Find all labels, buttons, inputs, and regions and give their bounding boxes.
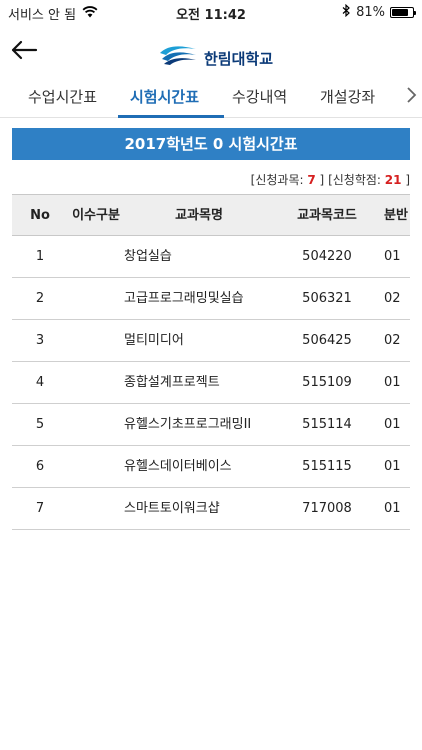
row-no: 6: [35, 459, 45, 474]
credits-label: [신청학점:: [328, 173, 381, 187]
row-type: [68, 488, 124, 530]
header-no: No: [30, 208, 50, 223]
table-row: 7 스마트토이워크샵 717008 01: [12, 488, 410, 530]
status-right: 81%: [342, 3, 416, 21]
table-row: 3 멀티미디어 506425 02: [12, 320, 410, 362]
enrollment-summary: [신청과목: 7 ] [신청학점: 21 ]: [251, 171, 410, 188]
row-course-code: 506425: [302, 333, 352, 348]
arrow-left-icon: [11, 40, 38, 60]
row-no: 2: [35, 291, 45, 306]
row-no: 1: [35, 249, 45, 264]
tab-bar: 수업시간표 시험시간표 수강내역 개설강좌: [0, 78, 422, 118]
chevron-right-icon: [407, 87, 417, 103]
tab-open-courses[interactable]: 개설강좌: [320, 86, 375, 107]
table-row: 5 유헬스기초프로그래밍II 515114 01: [12, 404, 410, 446]
status-bar: 서비스 안 됨 오전 11:42 81%: [0, 0, 422, 24]
table-row: 2 고급프로그래밍및실습 506321 02: [12, 278, 410, 320]
row-section: 01: [384, 417, 401, 432]
row-course-name: 종합설계프로젝트: [124, 375, 220, 390]
tab-class-schedule[interactable]: 수업시간표: [28, 86, 97, 107]
row-section: 02: [384, 333, 401, 348]
row-type: [68, 320, 124, 362]
table-row: 1 창업실습 504220 01: [12, 236, 410, 278]
back-button[interactable]: [10, 38, 40, 64]
row-type: [68, 236, 124, 278]
row-type: [68, 362, 124, 404]
row-no: 3: [35, 333, 45, 348]
row-section: 02: [384, 291, 401, 306]
row-course-name: 스마트토이워크샵: [124, 501, 220, 516]
exam-schedule-title: 2017학년도 0 시험시간표: [12, 128, 410, 160]
header-course-code: 교과목코드: [297, 208, 357, 223]
row-no: 5: [35, 417, 45, 432]
tab-exam-schedule[interactable]: 시험시간표: [130, 86, 199, 107]
exam-table: No 이수구분 교과목명 교과목코드 분반 1 창업실습 504220 01 2…: [12, 194, 410, 530]
header-type: 이수구분: [72, 208, 120, 223]
battery-percent: 81%: [356, 5, 385, 20]
tabs-next-button[interactable]: [406, 84, 420, 108]
row-no: 4: [35, 375, 45, 390]
university-logo: 한림대학교: [158, 38, 273, 69]
row-type: [68, 404, 124, 446]
credits-count: 21: [384, 173, 402, 187]
row-course-name: 유헬스기초프로그래밍II: [124, 417, 252, 432]
row-course-code: 515114: [302, 417, 352, 432]
tab-enrollment-history[interactable]: 수강내역: [232, 86, 287, 107]
table-row: 4 종합설계프로젝트 515109 01: [12, 362, 410, 404]
row-type: [68, 278, 124, 320]
table-header: No 이수구분 교과목명 교과목코드 분반: [12, 194, 410, 236]
battery-icon: [390, 7, 416, 18]
row-section: 01: [384, 459, 401, 474]
subjects-label: [신청과목:: [250, 173, 304, 187]
row-no: 7: [35, 501, 45, 516]
logo-text: 한림대학교: [204, 50, 274, 68]
row-type: [68, 446, 124, 488]
row-course-name: 멀티미디어: [124, 333, 184, 348]
row-section: 01: [384, 249, 401, 264]
row-course-code: 506321: [302, 291, 352, 306]
app-header: 한림대학교: [0, 24, 422, 78]
credits-close: ]: [405, 173, 410, 187]
row-course-code: 515109: [302, 375, 352, 390]
row-course-code: 717008: [302, 501, 352, 516]
table-row: 6 유헬스데이터베이스 515115 01: [12, 446, 410, 488]
battery-level-fill: [392, 9, 409, 16]
row-course-code: 515115: [302, 459, 352, 474]
row-course-name: 창업실습: [124, 249, 172, 264]
row-course-name: 고급프로그래밍및실습: [124, 291, 244, 306]
active-tab-indicator: [118, 115, 224, 118]
header-section: 분반: [384, 208, 408, 223]
row-section: 01: [384, 375, 401, 390]
subjects-close: ]: [319, 173, 325, 187]
bluetooth-icon: [342, 3, 351, 21]
header-course-name: 교과목명: [175, 208, 223, 223]
row-course-code: 504220: [302, 249, 352, 264]
row-section: 01: [384, 501, 401, 516]
row-course-name: 유헬스데이터베이스: [124, 459, 232, 474]
subjects-count: 7: [307, 173, 316, 187]
logo-wave-icon: [160, 45, 196, 65]
